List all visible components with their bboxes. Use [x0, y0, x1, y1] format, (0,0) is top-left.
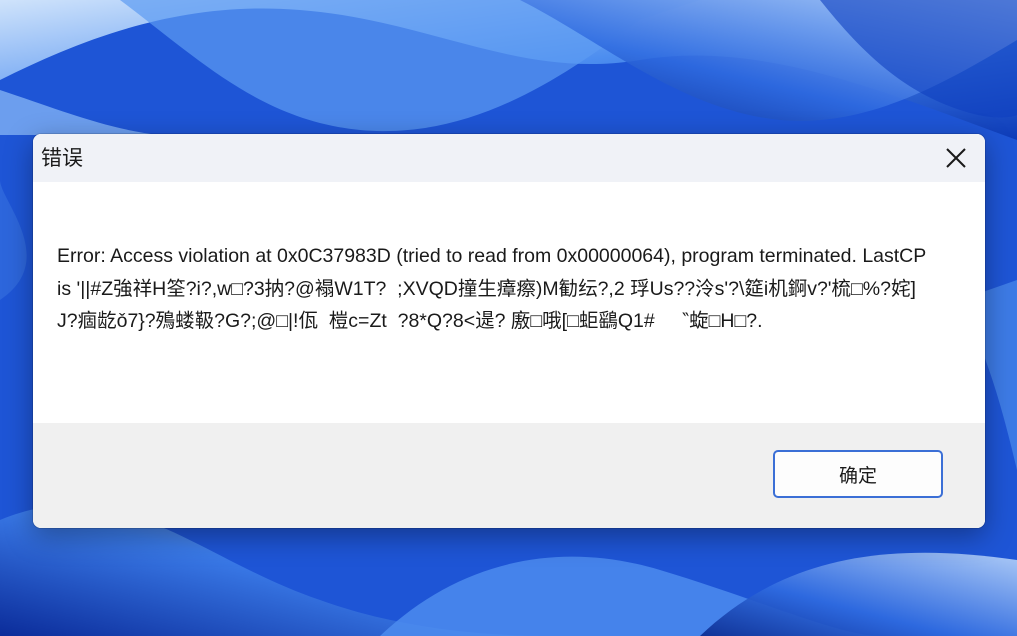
dialog-content: Error: Access violation at 0x0C37983D (t… [33, 182, 985, 423]
dialog-titlebar[interactable]: 错误 [33, 134, 985, 182]
close-button[interactable] [927, 134, 985, 182]
error-dialog: 错误 Error: Access violation at 0x0C37983D… [33, 134, 985, 528]
close-icon [946, 148, 966, 168]
dialog-title: 错误 [41, 146, 83, 170]
error-message: Error: Access violation at 0x0C37983D (t… [57, 245, 932, 332]
dialog-footer: 确定 [33, 423, 985, 528]
ok-button[interactable]: 确定 [773, 450, 943, 498]
